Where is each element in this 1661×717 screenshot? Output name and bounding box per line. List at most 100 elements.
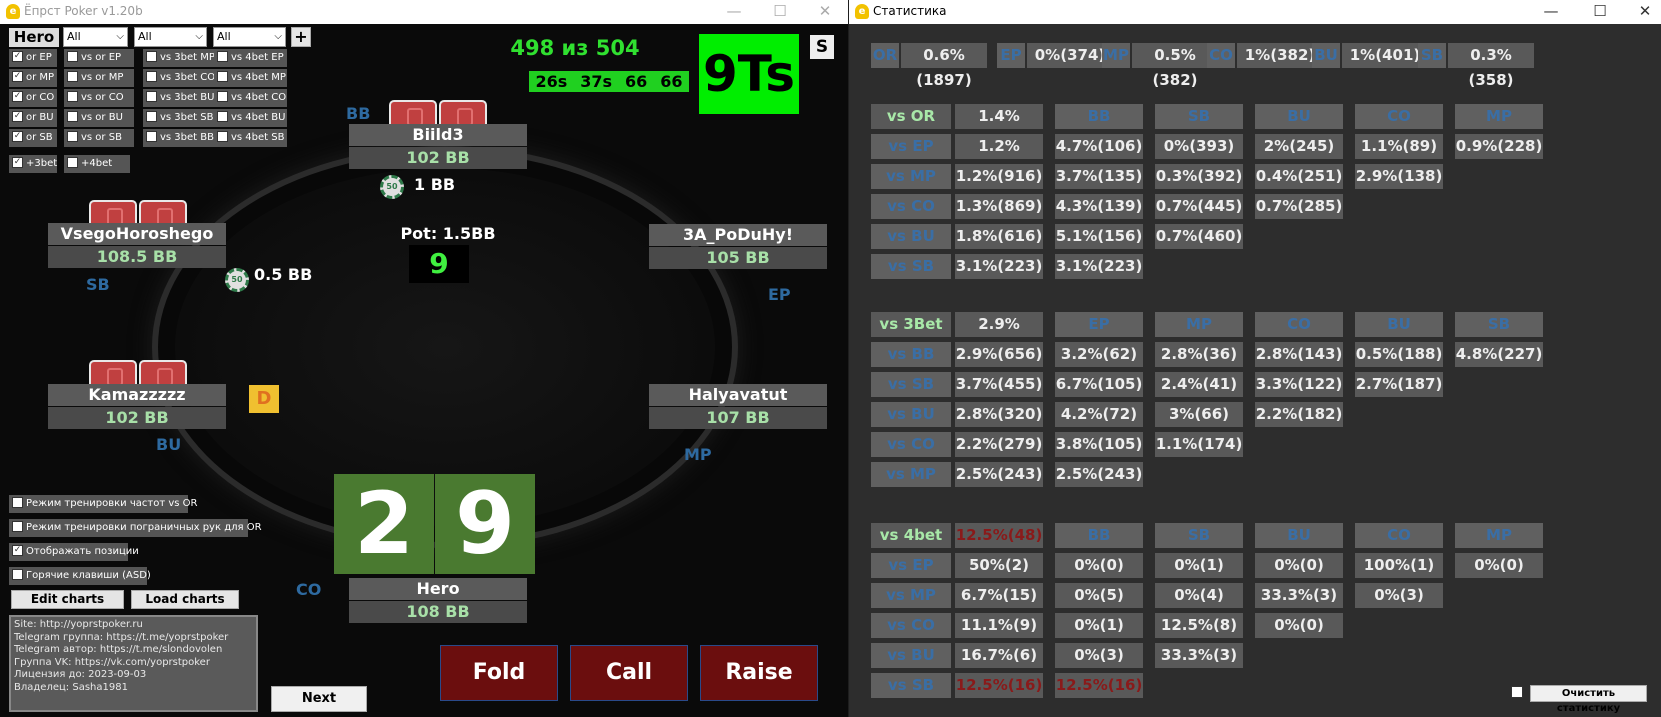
checkbox-icon[interactable] <box>146 110 157 122</box>
filter-checkbox[interactable]: ✓ or SB <box>9 129 57 147</box>
next-button[interactable]: Next <box>271 686 367 712</box>
stat-cell: 1.1%(89) <box>1355 134 1443 159</box>
filter-checkbox[interactable]: vs 3bet MP <box>143 49 217 67</box>
filter-checkbox[interactable]: ✓ or CO <box>9 89 57 107</box>
checkbox-checked-icon[interactable]: ✓ <box>12 50 23 62</box>
option-checkbox[interactable]: ✓ Отображать позиции <box>9 543 139 561</box>
filter-checkbox[interactable]: vs or MP <box>64 69 134 87</box>
stat-cell: 3.2%(62) <box>1055 342 1143 367</box>
stat-cell: 2.9%(656) <box>955 342 1043 367</box>
filter-checkbox[interactable]: vs 4bet EP <box>214 49 287 67</box>
filter-select-1[interactable]: All ⌵ <box>63 27 128 47</box>
stat-cell: 0%(4) <box>1155 583 1243 608</box>
filter-checkbox[interactable]: vs 4bet SB <box>214 129 287 147</box>
call-button[interactable]: Call <box>570 645 688 701</box>
checkbox-icon[interactable] <box>67 156 78 168</box>
filter-checkbox[interactable]: ✓ or MP <box>9 69 57 87</box>
filter-checkbox[interactable]: vs 3bet CO <box>143 69 217 87</box>
option-checkbox[interactable]: Горячие клавиши (ASD) <box>9 567 151 585</box>
checkbox-icon[interactable] <box>146 130 157 142</box>
filter-checkbox[interactable]: vs 3bet BB <box>143 129 217 147</box>
checkbox-icon[interactable] <box>67 110 78 122</box>
filter-checkbox[interactable]: ✓ +3bet <box>9 155 57 173</box>
checkbox-checked-icon[interactable]: ✓ <box>12 156 23 168</box>
filter-checkbox[interactable]: vs or CO <box>64 89 134 107</box>
checkbox-icon[interactable] <box>217 70 228 82</box>
checkbox-icon[interactable] <box>12 496 23 508</box>
position-label: BU <box>1312 43 1340 68</box>
add-filter-button[interactable]: + <box>291 27 311 47</box>
checkbox-icon[interactable] <box>12 568 23 580</box>
hero-label: Hero <box>9 28 59 47</box>
checkbox-icon[interactable] <box>12 520 23 532</box>
filter-checkbox[interactable]: vs 4bet BU <box>214 109 287 127</box>
stat-cell: 0%(0) <box>1455 553 1543 578</box>
filter-checkbox[interactable]: vs or BU <box>64 109 134 127</box>
checkbox-icon[interactable] <box>67 130 78 142</box>
section-total: 2.9%(1953) <box>955 312 1043 358</box>
score-counter: 498 из 504 <box>500 34 650 62</box>
stat-cell: 0%(0) <box>1255 553 1343 578</box>
checkbox-checked-icon[interactable]: ✓ <box>12 130 23 142</box>
stat-cell: 1.3%(869) <box>955 194 1043 219</box>
filter-checkbox[interactable]: vs 3bet BU <box>143 89 217 107</box>
hand-history: 26s 37s 66 66 <box>529 71 689 92</box>
poker-trainer-window: e Ёпрст Poker v1.20b — ☐ ✕ Hero All ⌵ All… <box>0 0 848 717</box>
filter-checkbox[interactable]: vs 4bet CO <box>214 89 287 107</box>
column-header: SB <box>1455 312 1543 337</box>
clear-stats-button[interactable]: Очистить статистику <box>1530 685 1647 714</box>
checkbox-icon[interactable] <box>146 50 157 62</box>
checkbox-checked-icon[interactable]: ✓ <box>12 70 23 82</box>
filter-checkbox[interactable]: +4bet <box>64 155 130 173</box>
filter-checkbox[interactable]: ✓ or BU <box>9 109 57 127</box>
option-checkbox[interactable]: Режим тренировки пограничных рук для OR <box>9 519 262 537</box>
edit-charts-button[interactable]: Edit charts <box>11 590 124 609</box>
maximize-button[interactable]: ☐ <box>1590 2 1610 20</box>
checkbox-icon[interactable] <box>217 130 228 142</box>
checkbox-icon[interactable] <box>217 110 228 122</box>
filter-checkbox[interactable]: vs or EP <box>64 49 134 67</box>
clear-stats-checkbox[interactable] <box>1511 686 1523 698</box>
title-bar: e Статистика — ☐ ✕ <box>849 0 1661 24</box>
filter-select-3[interactable]: All ⌵ <box>213 27 286 47</box>
checkbox-label: +4bet <box>81 158 113 169</box>
column-header: CO <box>1355 104 1443 129</box>
checkbox-label: vs 4bet EP <box>231 52 284 63</box>
minimize-button[interactable]: — <box>724 2 744 20</box>
stat-cell: 0.9%(228) <box>1455 134 1543 159</box>
filter-checkbox[interactable]: vs 4bet MP <box>214 69 287 87</box>
filter-checkbox[interactable]: vs 3bet SB <box>143 109 217 127</box>
checkbox-icon[interactable] <box>217 50 228 62</box>
maximize-button[interactable]: ☐ <box>770 2 790 20</box>
filter-checkbox[interactable]: vs or SB <box>64 129 134 147</box>
checkbox-icon[interactable] <box>67 70 78 82</box>
stat-cell: 3.1%(223) <box>955 254 1043 279</box>
player-stack: 102 BB <box>349 147 527 169</box>
load-charts-button[interactable]: Load charts <box>131 590 239 609</box>
history-hand: 66 <box>625 72 648 91</box>
fold-button[interactable]: Fold <box>440 645 558 701</box>
filter-checkbox[interactable]: ✓ or EP <box>9 49 57 67</box>
player-stack: 108.5 BB <box>48 246 226 268</box>
checkbox-icon[interactable] <box>146 70 157 82</box>
checkbox-icon[interactable] <box>146 90 157 102</box>
filter-select-2[interactable]: All ⌵ <box>134 27 207 47</box>
checkbox-checked-icon[interactable]: ✓ <box>12 90 23 102</box>
checkbox-label: vs 3bet MP <box>160 52 215 63</box>
stat-cell: 3.7%(135) <box>1055 164 1143 189</box>
raise-button[interactable]: Raise <box>700 645 818 701</box>
checkbox-checked-icon[interactable]: ✓ <box>12 110 23 122</box>
checkbox-label: vs 3bet BU <box>160 92 215 103</box>
stat-cell: 0.7%(285) <box>1255 194 1343 219</box>
checkbox-icon[interactable] <box>67 90 78 102</box>
checkbox-icon[interactable] <box>67 50 78 62</box>
minimize-button[interactable]: — <box>1541 2 1561 20</box>
player-name: Hero <box>349 578 527 600</box>
s-button[interactable]: S <box>810 35 834 59</box>
stat-cell: 12.5%(16) <box>1055 673 1143 698</box>
checkbox-checked-icon[interactable]: ✓ <box>12 544 23 556</box>
close-button[interactable]: ✕ <box>815 2 835 20</box>
checkbox-icon[interactable] <box>217 90 228 102</box>
close-button[interactable]: ✕ <box>1635 2 1655 20</box>
option-checkbox[interactable]: Режим тренировки частот vs OR <box>9 495 197 513</box>
